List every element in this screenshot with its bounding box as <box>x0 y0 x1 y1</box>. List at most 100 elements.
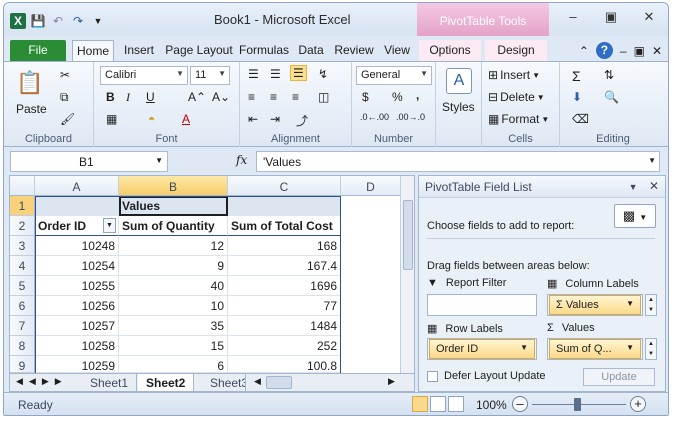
decrease-decimal-icon[interactable]: .00→.0 <box>396 112 425 122</box>
column-labels-dropzone[interactable]: Σ Values ▼ <box>547 294 643 316</box>
number-format-select[interactable]: General ▼ <box>356 66 432 85</box>
sheet-tab[interactable]: Sheet1 <box>82 374 138 391</box>
column-header-d[interactable]: D <box>341 176 401 196</box>
bold-icon[interactable]: B <box>106 90 115 104</box>
table-cell[interactable]: 10258 <box>35 336 119 356</box>
align-right-icon[interactable]: ≡ <box>292 90 299 104</box>
normal-view-icon[interactable] <box>412 396 428 412</box>
vertical-scrollbar[interactable] <box>400 176 414 373</box>
doc-minimize-icon[interactable]: – <box>620 44 627 58</box>
styles-icon[interactable]: A <box>446 68 472 94</box>
percent-button[interactable]: % <box>392 90 403 104</box>
update-button[interactable]: Update <box>583 368 655 386</box>
doc-close-icon[interactable]: ✕ <box>652 44 662 58</box>
defer-layout-update[interactable]: Defer Layout Update <box>427 370 546 382</box>
paste-button[interactable]: Paste <box>16 102 47 116</box>
customize-qat-icon[interactable]: ▼ <box>90 13 106 29</box>
column-header-c[interactable]: C <box>228 176 341 196</box>
sheet-nav-arrows-icon[interactable]: ◀◀▶▶ <box>16 376 68 387</box>
tab-formulas[interactable]: Formulas <box>237 40 291 61</box>
expand-formula-icon[interactable]: ▼ <box>648 156 656 165</box>
row-header[interactable]: 9 <box>10 356 35 373</box>
doc-restore-icon[interactable]: ▣ <box>634 44 645 58</box>
redo-icon[interactable]: ↷ <box>70 13 86 29</box>
tab-home[interactable]: Home <box>72 40 114 61</box>
zoom-in-icon[interactable]: + <box>630 396 646 412</box>
close-icon[interactable]: ✕ <box>638 9 660 27</box>
formula-input[interactable]: 'Values ▼ <box>256 151 660 172</box>
values-dropzone[interactable]: Sum of Q... ▼ <box>547 338 643 360</box>
tab-design[interactable]: Design <box>485 40 547 61</box>
row-field-pill[interactable]: Order ID ▼ <box>429 339 535 359</box>
cell-a1[interactable] <box>35 196 119 216</box>
insert-function-button[interactable]: fx <box>236 153 247 167</box>
zoom-slider[interactable]: – + <box>510 396 646 414</box>
cell-b1[interactable]: Values <box>119 196 228 216</box>
tab-page-layout[interactable]: Page Layout <box>163 40 235 61</box>
paste-icon[interactable]: 📋 <box>16 68 44 98</box>
restore-icon[interactable]: ▣ <box>600 9 622 27</box>
page-break-view-icon[interactable] <box>448 396 464 412</box>
tab-options[interactable]: Options <box>419 40 481 61</box>
table-cell[interactable]: 10259 <box>35 356 119 373</box>
cut-icon[interactable]: ✂ <box>60 68 70 82</box>
delete-cells-button[interactable]: ⊟ Delete ▼ <box>488 90 545 104</box>
column-header-b[interactable]: B <box>119 176 228 196</box>
increase-indent-icon[interactable]: ⇥ <box>270 112 280 126</box>
underline-icon[interactable]: U <box>146 90 155 104</box>
name-box[interactable]: B1 ▼ <box>10 151 168 172</box>
row-header[interactable]: 6 <box>10 296 35 316</box>
table-cell[interactable]: 1484 <box>228 316 341 336</box>
sort-filter-icon[interactable]: ⇅ <box>604 68 614 82</box>
table-cell[interactable]: 35 <box>119 316 228 336</box>
format-painter-icon[interactable]: 🖌 <box>60 112 75 126</box>
select-all-corner[interactable] <box>10 176 35 196</box>
values-area-scroll[interactable]: ▲ ▼ <box>645 338 657 360</box>
report-filter-dropzone[interactable] <box>427 294 537 316</box>
comma-button[interactable]: , <box>416 88 419 102</box>
table-cell[interactable]: 6 <box>119 356 228 373</box>
filter-dropdown-icon[interactable]: ▼ <box>103 218 116 233</box>
cell-c1[interactable] <box>228 196 341 216</box>
fill-color-icon[interactable]: ◓ <box>148 112 155 126</box>
save-icon[interactable]: 💾 <box>30 13 46 29</box>
value-field-pill[interactable]: Sum of Q... ▼ <box>549 339 641 359</box>
table-cell[interactable]: 1696 <box>228 276 341 296</box>
page-layout-view-icon[interactable] <box>430 396 446 412</box>
font-color-icon[interactable]: A <box>182 112 190 126</box>
find-select-icon[interactable]: 🔍 <box>604 90 619 104</box>
table-cell[interactable]: 15 <box>119 336 228 356</box>
align-left-icon[interactable]: ≡ <box>248 90 255 104</box>
sheet-tab-active[interactable]: Sheet2 <box>138 374 195 391</box>
scroll-thumb[interactable] <box>403 200 413 270</box>
column-area-scroll[interactable]: ▲ ▼ <box>645 294 657 316</box>
table-cell[interactable]: 167.4 <box>228 256 341 276</box>
help-icon[interactable]: ? <box>595 42 613 59</box>
zoom-thumb[interactable] <box>574 398 581 411</box>
panel-menu-icon[interactable]: ▼ <box>629 182 638 192</box>
field-layout-button[interactable]: ▩ ▼ <box>614 204 656 228</box>
table-cell[interactable]: 77 <box>228 296 341 316</box>
minimize-ribbon-icon[interactable]: ⌃ <box>579 44 589 58</box>
font-name-select[interactable]: Calibri ▼ <box>100 66 188 85</box>
excel-logo-icon[interactable]: X <box>10 13 26 29</box>
grow-font-icon[interactable]: A⌃ <box>188 90 206 104</box>
hscroll-right-icon[interactable]: ▶ <box>388 376 395 387</box>
table-cell[interactable]: 252 <box>228 336 341 356</box>
align-top-icon[interactable]: ☰ <box>248 67 259 81</box>
zoom-out-icon[interactable]: – <box>512 396 528 412</box>
fill-icon[interactable]: ⬇ <box>572 90 582 104</box>
defer-checkbox[interactable] <box>427 370 438 382</box>
row-header[interactable]: 4 <box>10 256 35 276</box>
clear-icon[interactable]: ⌫ <box>572 112 589 126</box>
table-cell[interactable]: 10255 <box>35 276 119 296</box>
table-cell[interactable]: 10 <box>119 296 228 316</box>
row-header[interactable]: 7 <box>10 316 35 336</box>
table-cell[interactable]: 10257 <box>35 316 119 336</box>
orientation-icon[interactable]: ⤴ <box>296 112 308 129</box>
cell-a2[interactable]: Order ID ▼ <box>35 216 119 236</box>
align-middle-icon[interactable]: ☰ <box>270 67 281 81</box>
tab-file[interactable]: File <box>10 40 66 61</box>
tab-data[interactable]: Data <box>293 40 329 61</box>
minimize-icon[interactable]: – <box>562 9 584 27</box>
